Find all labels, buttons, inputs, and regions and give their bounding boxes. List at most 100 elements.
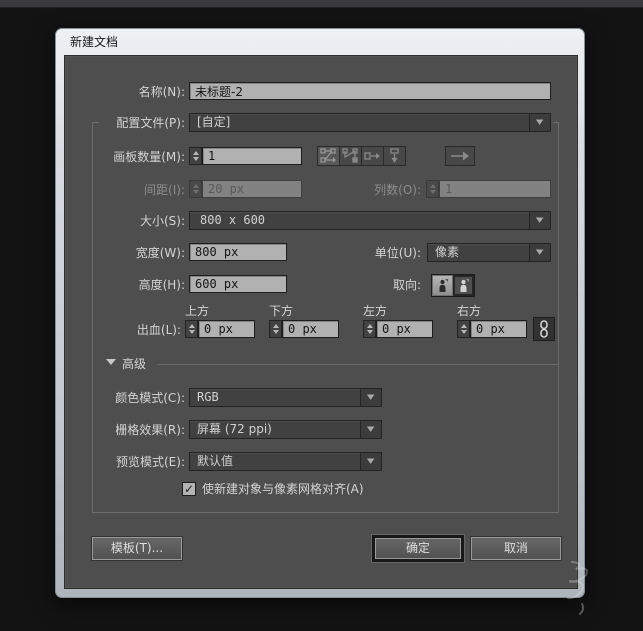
new-document-dialog: 新建文档 名称(N): 配置文件(P): [自定] ▼ 画板数量(M):	[55, 28, 585, 598]
dropdown-arrow-icon[interactable]: ▼	[529, 114, 550, 131]
orientation-landscape-face	[455, 277, 472, 294]
arrange-by-row-icon	[364, 148, 381, 164]
stepper-up-icon[interactable]	[190, 148, 201, 156]
spacing-stepper	[189, 180, 202, 198]
units-label: 单位(U):	[375, 244, 421, 262]
stepper-down-icon[interactable]	[364, 329, 375, 337]
dropdown-arrow-icon[interactable]: ▼	[360, 453, 381, 470]
bleed-link-button[interactable]	[533, 317, 555, 341]
dropdown-arrow-icon[interactable]: ▼	[360, 421, 381, 438]
stepper-up-icon[interactable]	[270, 321, 281, 329]
advanced-disclosure-icon[interactable]	[106, 359, 116, 365]
bleed-right-label: 右方	[457, 302, 481, 320]
bleed-bottom-input[interactable]	[282, 320, 339, 338]
grid-by-column-button	[339, 146, 362, 166]
spacing-label: 间距(I):	[144, 181, 185, 199]
columns-input: 1	[439, 180, 551, 198]
profile-value: [自定]	[197, 114, 230, 131]
units-value: 像素	[435, 244, 459, 261]
size-label: 大小(S):	[140, 212, 185, 230]
preview-mode-value: 默认值	[197, 453, 233, 470]
raster-effects-label: 栅格效果(R):	[115, 421, 185, 439]
stepper-up-icon	[427, 181, 438, 189]
units-dropdown[interactable]: 像素 ▼	[427, 243, 551, 262]
ok-button-default-ring: 确定	[371, 534, 465, 563]
stepper-down-icon[interactable]	[270, 329, 281, 337]
artboards-label: 画板数量(M):	[113, 148, 185, 166]
orientation-label: 取向:	[393, 276, 421, 294]
arrange-by-row-button	[361, 146, 384, 166]
ok-button[interactable]: 确定	[375, 538, 461, 559]
artboards-input[interactable]	[202, 147, 302, 165]
width-label: 宽度(W):	[136, 244, 185, 262]
stepper-down-icon[interactable]	[458, 329, 469, 337]
raster-effects-dropdown[interactable]: 屏幕 (72 ppi) ▼	[189, 420, 382, 439]
artboards-stepper[interactable]	[189, 147, 202, 165]
portrait-person-icon	[436, 278, 449, 293]
profile-dropdown[interactable]: [自定] ▼	[189, 113, 551, 132]
watermark	[558, 558, 610, 620]
top-bar	[0, 0, 643, 8]
bleed-top-input[interactable]	[198, 320, 255, 338]
bleed-right-input[interactable]	[470, 320, 527, 338]
dialog-content-panel: 名称(N): 配置文件(P): [自定] ▼ 画板数量(M):	[64, 55, 578, 589]
right-arrow-icon	[450, 150, 470, 162]
grid-by-row-button	[317, 146, 340, 166]
template-button[interactable]: 模板(T)...	[92, 537, 182, 560]
orientation-landscape-button[interactable]	[453, 275, 474, 296]
align-pixel-grid-checkbox[interactable]: ✓	[182, 482, 196, 496]
raster-effects-value: 屏幕 (72 ppi)	[197, 421, 272, 438]
dropdown-arrow-icon[interactable]: ▼	[360, 389, 381, 406]
stepper-down-icon[interactable]	[190, 156, 201, 164]
bleed-label: 出血(L):	[137, 321, 181, 339]
name-label: 名称(N):	[139, 83, 185, 101]
columns-label: 列数(O):	[374, 181, 421, 199]
preview-mode-dropdown[interactable]: 默认值 ▼	[189, 452, 382, 471]
stepper-down-icon	[190, 189, 201, 197]
group-box-border	[92, 122, 99, 123]
grid-by-column-icon	[342, 148, 359, 164]
width-input[interactable]	[189, 243, 287, 261]
name-input[interactable]	[189, 82, 551, 100]
advanced-header[interactable]: 高级	[122, 355, 146, 373]
landscape-person-icon	[457, 278, 470, 293]
stepper-down-icon[interactable]	[186, 329, 197, 337]
dropdown-arrow-icon[interactable]: ▼	[529, 212, 550, 229]
dropdown-arrow-icon[interactable]: ▼	[529, 244, 550, 261]
arrange-by-column-button	[383, 146, 406, 166]
profile-label: 配置文件(P):	[116, 114, 185, 132]
bleed-left-label: 左方	[363, 302, 387, 320]
bleed-top-stepper[interactable]	[185, 320, 198, 338]
bleed-left-stepper[interactable]	[363, 320, 376, 338]
size-dropdown[interactable]: 800 x 600 ▼	[189, 211, 551, 230]
color-mode-value: RGB	[197, 389, 219, 406]
dialog-title[interactable]: 新建文档	[70, 29, 118, 55]
group-box-border	[92, 122, 93, 512]
orientation-portrait-button[interactable]	[432, 275, 453, 296]
layout-direction-button	[445, 146, 475, 166]
bleed-bottom-label: 下方	[269, 302, 293, 320]
size-value: 800 x 600	[200, 212, 265, 229]
bleed-right-stepper[interactable]	[457, 320, 470, 338]
stepper-up-icon[interactable]	[186, 321, 197, 329]
chain-link-icon	[538, 320, 550, 338]
stepper-up-icon	[190, 181, 201, 189]
group-box-border	[92, 512, 559, 513]
advanced-divider	[157, 364, 559, 365]
color-mode-dropdown[interactable]: RGB ▼	[189, 388, 382, 407]
align-pixel-grid-label[interactable]: 使新建对象与像素网格对齐(A)	[202, 480, 364, 498]
arrange-by-column-icon	[386, 148, 403, 164]
bleed-left-input[interactable]	[376, 320, 433, 338]
height-label: 高度(H):	[139, 276, 185, 294]
bleed-bottom-stepper[interactable]	[269, 320, 282, 338]
stepper-down-icon	[427, 189, 438, 197]
color-mode-label: 颜色模式(C):	[115, 389, 185, 407]
cancel-button[interactable]: 取消	[471, 537, 561, 560]
bleed-top-label: 上方	[185, 302, 209, 320]
preview-mode-label: 预览模式(E):	[116, 453, 185, 471]
spacing-input: 20 px	[202, 180, 302, 198]
stepper-up-icon[interactable]	[364, 321, 375, 329]
check-icon: ✓	[184, 482, 194, 496]
stepper-up-icon[interactable]	[458, 321, 469, 329]
height-input[interactable]	[189, 275, 287, 293]
